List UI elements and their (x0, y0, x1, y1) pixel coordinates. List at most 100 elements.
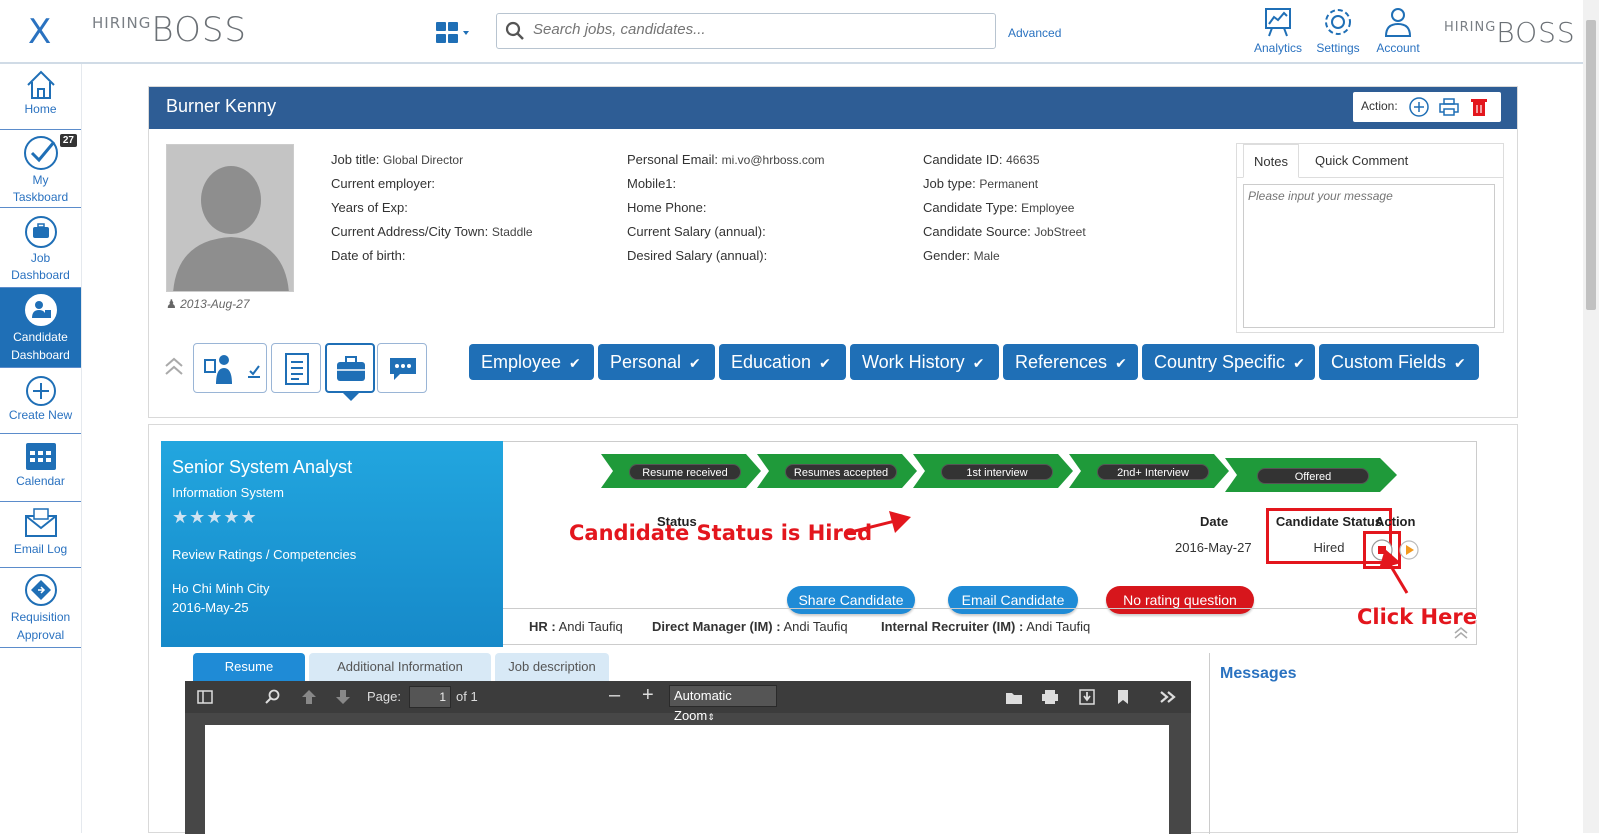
notes-input[interactable] (1243, 184, 1495, 328)
section-employee-button[interactable]: Employee ✔ (469, 344, 594, 380)
section-work-history-button[interactable]: Work History ✔ (850, 344, 999, 380)
print-icon[interactable] (1041, 689, 1059, 705)
assign-candidate-button[interactable] (193, 343, 267, 393)
section-personal-button[interactable]: Personal ✔ (598, 344, 715, 380)
annotation-arrow-right-icon (846, 511, 911, 535)
info-row: Job title: Global Director (331, 152, 464, 167)
stage-resume-received[interactable]: Resume received (601, 454, 761, 488)
tab-job-description[interactable]: Job description (495, 653, 609, 681)
add-icon[interactable] (1409, 97, 1429, 117)
download-icon[interactable] (1079, 689, 1095, 705)
apps-grid-button[interactable] (436, 20, 478, 46)
info-row: Candidate Type: Employee (923, 200, 1075, 215)
envelope-icon (24, 508, 57, 537)
active-pointer-icon (343, 393, 359, 401)
zoom-in-icon[interactable]: + (642, 684, 654, 707)
search-box[interactable] (496, 13, 996, 49)
section-education-button[interactable]: Education ✔ (719, 344, 846, 380)
vertical-scrollbar[interactable] (1583, 0, 1599, 833)
sidebar-item-label: Candidate Dashboard (11, 330, 70, 362)
sidebar-item-candidate-dashboard[interactable]: Candidate Dashboard (0, 288, 81, 368)
sidebar-toggle-icon[interactable] (197, 689, 213, 705)
page-count: of 1 (456, 689, 478, 704)
stage-resumes-accepted[interactable]: Resumes accepted (757, 454, 917, 488)
bookmark-icon[interactable] (1117, 689, 1129, 705)
previous-page-icon[interactable] (301, 689, 317, 705)
star-rating[interactable]: ★★★★★ (172, 507, 258, 528)
analytics-label: Analytics (1253, 41, 1303, 55)
info-row: Current Salary (annual): (627, 224, 766, 239)
approval-icon (24, 574, 57, 606)
tab-resume[interactable]: Resume (193, 653, 305, 681)
brand-logo-right: HIRINGBOSS (1444, 16, 1576, 49)
sidebar-item-label: Job Dashboard (11, 251, 70, 282)
candidate-photo (166, 144, 294, 292)
calendar-icon (25, 443, 56, 470)
jobs-button[interactable] (325, 343, 375, 401)
print-icon[interactable] (1439, 97, 1459, 117)
account-button[interactable]: Account (1370, 6, 1426, 55)
stage-2nd-interview[interactable]: 2nd+ Interview (1069, 454, 1229, 488)
annotation-status-hired: Candidate Status is Hired (569, 521, 873, 545)
trash-icon[interactable] (1469, 97, 1489, 117)
chat-bubble-icon (390, 358, 416, 380)
status-date: 2016-May-27 (1175, 540, 1252, 555)
documents-button[interactable] (271, 343, 321, 393)
top-bar: X HIRINGBOSS Advanced Analytics (0, 0, 1599, 64)
settings-label: Settings (1316, 41, 1360, 55)
job-title[interactable]: Senior System Analyst (172, 457, 352, 478)
sidebar-item-create-new[interactable]: Create New (0, 368, 81, 434)
info-row: Job type: Permanent (923, 176, 1039, 191)
brand-logo[interactable]: HIRINGBOSS (92, 10, 247, 50)
info-row: Current Address/City Town: Staddle (331, 224, 533, 239)
hr-assignment: HR : Andi Taufiq (529, 619, 623, 634)
annotation-click-here: Click Here (1357, 605, 1477, 629)
tab-notes[interactable]: Notes (1243, 144, 1299, 178)
sidebar-item-label: Create New (8, 408, 73, 422)
page-number-input[interactable] (409, 686, 451, 708)
search-input[interactable] (533, 21, 983, 38)
tab-additional-information[interactable]: Additional Information (309, 653, 491, 681)
tab-quick-comment[interactable]: Quick Comment (1305, 144, 1418, 178)
info-row: Desired Salary (annual): (627, 248, 768, 263)
candidate-panel: Burner Kenny Action: ♟ 2013-Aug-27 Job t… (148, 86, 1518, 418)
stage-offered[interactable]: Offered (1225, 458, 1397, 492)
home-icon (26, 70, 55, 99)
next-page-icon[interactable] (335, 689, 351, 705)
zoom-select[interactable]: Automatic Zoom⇕ (669, 685, 777, 723)
settings-button[interactable]: Settings (1310, 6, 1366, 55)
briefcase-circle-icon (24, 216, 57, 248)
annotation-arrow-up-icon (1379, 549, 1409, 594)
info-row: Home Phone: (627, 200, 707, 215)
sidebar-item-label: Calendar (16, 474, 65, 488)
sidebar-item-job-dashboard[interactable]: Job Dashboard (0, 208, 81, 288)
section-custom-fields-button[interactable]: Custom Fields ✔ (1319, 344, 1479, 380)
check-circle-icon (23, 136, 58, 170)
job-card: Senior System Analyst Information System… (161, 441, 503, 647)
analytics-button[interactable]: Analytics (1250, 6, 1306, 55)
sidebar-item-calendar[interactable]: Calendar (0, 434, 81, 502)
stage-label: Resumes accepted (785, 464, 897, 480)
recruiters-line: HR : Andi Taufiq Direct Manager (IM) : A… (503, 608, 1477, 646)
find-icon[interactable] (265, 689, 281, 705)
review-ratings-link[interactable]: Review Ratings / Competencies (172, 547, 356, 562)
zoom-out-icon[interactable]: – (609, 684, 620, 707)
menu-close-icon[interactable]: X (28, 12, 51, 52)
open-file-icon[interactable] (1005, 689, 1023, 705)
sidebar-item-home[interactable]: Home (0, 64, 81, 130)
tools-chevron-icon[interactable] (1159, 690, 1177, 704)
sidebar-item-taskboard[interactable]: 27 My Taskboard (0, 130, 81, 208)
section-country-specific-button[interactable]: Country Specific ✔ (1142, 344, 1315, 380)
plus-circle-icon (25, 376, 56, 406)
sidebar-item-requisition-approval[interactable]: Requisition Approval (0, 568, 81, 648)
sidebar-item-label: My Taskboard (12, 173, 69, 204)
collapse-up-icon[interactable] (163, 355, 185, 377)
messages-button[interactable] (377, 343, 427, 393)
sidebar-item-email-log[interactable]: Email Log (0, 502, 81, 568)
user-icon (1384, 8, 1412, 37)
advanced-search-link[interactable]: Advanced (1008, 26, 1061, 40)
stage-1st-interview[interactable]: 1st interview (913, 454, 1073, 488)
action-toolbar: Action: (1353, 92, 1501, 122)
section-references-button[interactable]: References ✔ (1003, 344, 1138, 380)
scrollbar-thumb[interactable] (1586, 20, 1596, 310)
